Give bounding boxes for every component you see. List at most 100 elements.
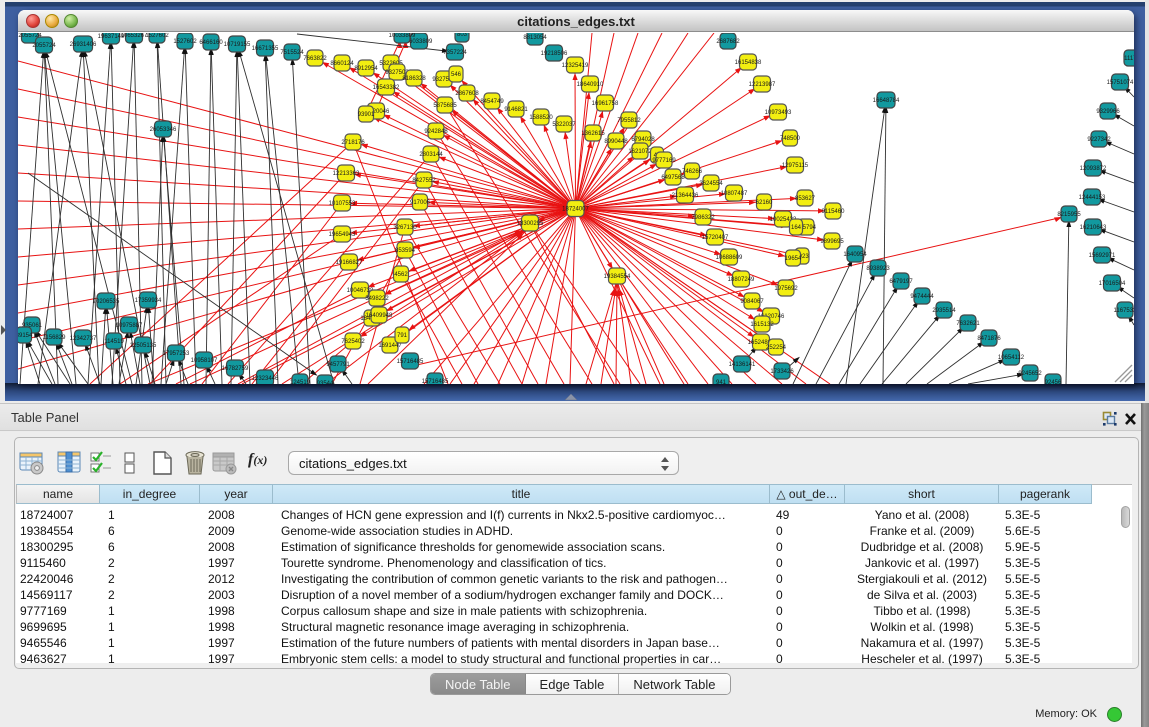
svg-text:748500: 748500 xyxy=(780,136,801,142)
svg-text:9115460: 9115460 xyxy=(822,209,846,215)
svg-text:8186328: 8186328 xyxy=(402,76,426,82)
svg-text:124519: 124519 xyxy=(290,380,311,384)
svg-text:12342737: 12342737 xyxy=(70,336,97,342)
svg-text:16671355: 16671355 xyxy=(252,46,279,52)
svg-text:1156829: 1156829 xyxy=(43,335,67,341)
svg-text:12505135: 12505135 xyxy=(130,343,157,349)
svg-text:2867608: 2867608 xyxy=(455,91,479,97)
svg-text:12325419: 12325419 xyxy=(562,63,589,69)
svg-text:2687682: 2687682 xyxy=(716,39,740,45)
svg-text:18724007: 18724007 xyxy=(562,207,589,213)
svg-text:8938923: 8938923 xyxy=(866,266,890,272)
svg-text:10654112: 10654112 xyxy=(998,355,1025,361)
svg-text:16782759: 16782759 xyxy=(222,366,249,372)
svg-text:8427552: 8427552 xyxy=(412,178,436,184)
svg-text:9227342: 9227342 xyxy=(1087,137,1111,143)
svg-text:7632621: 7632621 xyxy=(956,321,980,327)
svg-text:10975887: 10975887 xyxy=(116,323,143,329)
svg-text:7986322: 7986322 xyxy=(691,215,715,221)
svg-text:1621072: 1621072 xyxy=(628,149,652,155)
svg-text:1640954: 1640954 xyxy=(843,252,867,258)
svg-text:5875685: 5875685 xyxy=(433,103,457,109)
svg-text:16961758: 16961758 xyxy=(592,101,619,107)
svg-text:11173: 11173 xyxy=(1124,56,1134,62)
svg-text:8813054: 8813054 xyxy=(523,35,547,41)
svg-text:9084067: 9084067 xyxy=(740,299,764,305)
svg-text:6466160: 6466160 xyxy=(199,40,223,46)
svg-text:10033809: 10033809 xyxy=(389,33,416,39)
svg-text:14136141: 14136141 xyxy=(729,362,756,368)
svg-text:546: 546 xyxy=(451,72,462,78)
svg-text:16210643: 16210643 xyxy=(1080,225,1107,231)
svg-text:853627: 853627 xyxy=(795,196,816,202)
svg-text:9777169: 9777169 xyxy=(652,158,676,164)
svg-text:6794028: 6794028 xyxy=(631,137,655,143)
svg-text:941: 941 xyxy=(716,380,727,384)
svg-text:1615132: 1615132 xyxy=(750,322,774,328)
svg-text:2055724: 2055724 xyxy=(32,43,56,49)
svg-text:16543382: 16543382 xyxy=(373,85,400,91)
svg-text:6479197: 6479197 xyxy=(889,279,913,285)
svg-text:9245652: 9245652 xyxy=(1018,371,1042,377)
svg-text:10958107: 10958107 xyxy=(191,358,218,364)
svg-text:1975692: 1975692 xyxy=(774,286,798,292)
svg-text:12093872: 12093872 xyxy=(1080,166,1107,172)
svg-text:12323446: 12323446 xyxy=(252,376,279,382)
svg-text:12213363: 12213363 xyxy=(333,171,360,177)
svg-text:1167533: 1167533 xyxy=(1114,308,1134,314)
svg-text:10807487: 10807487 xyxy=(721,191,748,197)
svg-text:9146821: 9146821 xyxy=(504,107,528,113)
svg-text:20206535: 20206535 xyxy=(93,299,120,305)
svg-text:3267130: 3267130 xyxy=(393,225,417,231)
svg-text:19654943: 19654943 xyxy=(329,232,356,238)
svg-text:8471876: 8471876 xyxy=(977,336,1001,342)
svg-text:19166827: 19166827 xyxy=(336,260,363,266)
svg-text:5322037: 5322037 xyxy=(552,122,576,128)
svg-text:7955812: 7955812 xyxy=(617,118,641,124)
svg-text:791: 791 xyxy=(397,333,408,339)
svg-text:3498222: 3498222 xyxy=(365,296,389,302)
svg-text:7663822: 7663822 xyxy=(303,56,327,62)
svg-text:746266: 746266 xyxy=(682,169,703,175)
svg-text:12975115: 12975115 xyxy=(782,163,809,169)
svg-text:18300295: 18300295 xyxy=(517,221,544,227)
svg-text:114519: 114519 xyxy=(104,339,124,345)
svg-text:39154: 39154 xyxy=(18,333,33,339)
svg-text:803: 803 xyxy=(457,33,468,38)
svg-text:2935514: 2935514 xyxy=(932,308,956,314)
svg-text:15716485: 15716485 xyxy=(397,359,424,365)
svg-text:8454749: 8454749 xyxy=(480,99,504,105)
svg-text:19654: 19654 xyxy=(785,256,802,262)
svg-text:15751074: 15751074 xyxy=(1107,80,1134,86)
svg-text:6497568: 6497568 xyxy=(661,175,685,181)
svg-text:9457791: 9457791 xyxy=(326,362,350,368)
svg-text:1527602: 1527602 xyxy=(145,33,169,39)
svg-text:252254: 252254 xyxy=(766,345,787,351)
svg-text:10719155: 10719155 xyxy=(224,42,251,48)
svg-text:9899695: 9899695 xyxy=(820,239,844,245)
svg-text:16154838: 16154838 xyxy=(735,60,762,66)
svg-text:16409948: 16409948 xyxy=(366,313,393,319)
svg-text:164: 164 xyxy=(791,225,802,231)
svg-text:26053346: 26053346 xyxy=(150,127,177,133)
svg-text:17957253: 17957253 xyxy=(163,351,190,357)
svg-text:4562: 4562 xyxy=(394,272,408,278)
svg-text:9242848: 9242848 xyxy=(424,129,448,135)
svg-text:10973493: 10973493 xyxy=(765,110,792,116)
svg-text:1527602: 1527602 xyxy=(173,39,197,45)
svg-text:92456: 92456 xyxy=(1045,380,1062,384)
svg-text:15692971: 15692971 xyxy=(1089,253,1116,259)
svg-text:1362615: 1362615 xyxy=(581,131,605,137)
svg-text:12213987: 12213987 xyxy=(749,82,776,88)
svg-text:10653267: 10653267 xyxy=(121,33,148,39)
svg-text:10107553: 10107553 xyxy=(329,201,356,207)
svg-text:9474444: 9474444 xyxy=(910,294,934,300)
svg-text:15716485: 15716485 xyxy=(422,379,449,384)
svg-text:17359934: 17359934 xyxy=(135,298,162,304)
svg-text:21364436: 21364436 xyxy=(672,193,699,199)
svg-text:2718176: 2718176 xyxy=(341,140,365,146)
svg-text:8912954: 8912954 xyxy=(354,66,378,72)
svg-text:7357224: 7357224 xyxy=(443,50,467,56)
svg-text:1588520: 1588520 xyxy=(529,115,553,121)
svg-text:8660124: 8660124 xyxy=(330,61,354,67)
